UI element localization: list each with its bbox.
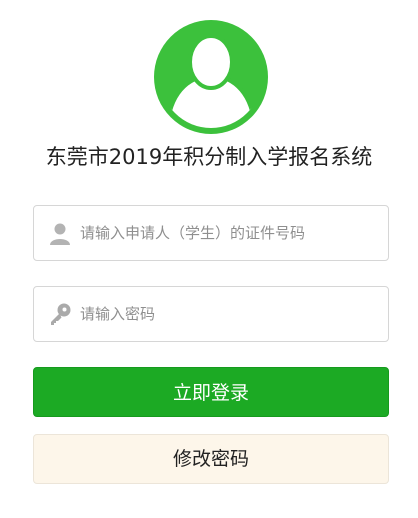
password-input[interactable]: [80, 287, 376, 341]
id-number-input[interactable]: [80, 206, 376, 260]
key-icon: [51, 303, 71, 325]
page-title: 东莞市2019年积分制入学报名系统: [45, 145, 373, 169]
password-field[interactable]: [33, 286, 389, 342]
login-page: 东莞市2019年积分制入学报名系统 立即登录 修改密码: [0, 0, 418, 518]
id-number-field[interactable]: [33, 205, 389, 261]
user-icon: [50, 223, 70, 245]
user-avatar-icon: [154, 20, 268, 134]
login-button[interactable]: 立即登录: [33, 367, 389, 417]
change-password-button[interactable]: 修改密码: [33, 434, 389, 484]
